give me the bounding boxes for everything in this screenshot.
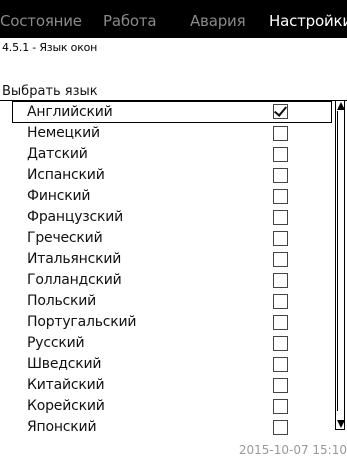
tab-bar: Состояние Работа Авария Настройки (0, 0, 347, 38)
language-label: Китайский (27, 377, 105, 393)
scroll-thumb[interactable] (337, 111, 344, 411)
language-checkbox[interactable] (273, 147, 288, 162)
language-label: Испанский (27, 167, 105, 183)
language-label: Финский (27, 188, 91, 204)
language-checkbox[interactable] (273, 357, 288, 372)
language-label: Португальский (27, 314, 137, 330)
tab-settings[interactable]: Настройки (269, 12, 347, 30)
language-row[interactable]: Португальский (0, 312, 334, 333)
language-checkbox[interactable] (273, 399, 288, 414)
language-row[interactable]: Греческий (0, 228, 334, 249)
scroll-up-arrow-icon[interactable] (337, 102, 345, 110)
section-label: Выбрать язык (2, 84, 98, 99)
menu-title: 4.5.1 - Язык окон (2, 41, 98, 54)
language-label: Итальянский (27, 251, 122, 267)
language-label: Голландский (27, 272, 122, 288)
language-label: Шведский (27, 356, 102, 372)
language-checkbox[interactable] (273, 189, 288, 204)
language-checkbox[interactable] (273, 210, 288, 225)
language-checkbox[interactable] (273, 378, 288, 393)
language-label: Русский (27, 335, 85, 351)
language-label: Корейский (27, 398, 105, 414)
language-row[interactable]: Французский (0, 207, 334, 228)
language-label: Французский (27, 209, 124, 225)
language-row[interactable]: Китайский (0, 375, 334, 396)
language-checkbox[interactable] (273, 315, 288, 330)
language-list: Английский Немецкий Датский Испанский Фински… (0, 101, 334, 438)
language-label: Немецкий (27, 125, 100, 141)
language-row[interactable]: Шведский (0, 354, 334, 375)
datetime: 2015-10-07 15:10 (238, 443, 347, 457)
language-checkbox[interactable] (273, 168, 288, 183)
language-row[interactable]: Испанский (0, 165, 334, 186)
language-label: Польский (27, 293, 97, 309)
language-checkbox[interactable] (273, 126, 288, 141)
tab-alarm[interactable]: Авария (190, 12, 246, 30)
language-checkbox[interactable] (273, 252, 288, 267)
language-checkbox[interactable] (273, 231, 288, 246)
tab-status[interactable]: Состояние (0, 12, 82, 30)
language-checkbox[interactable] (273, 294, 288, 309)
language-checkbox[interactable] (273, 420, 288, 435)
language-row[interactable]: Финский (0, 186, 334, 207)
scrollbar[interactable] (335, 100, 345, 430)
language-label: Греческий (27, 230, 103, 246)
language-row[interactable]: Польский (0, 291, 334, 312)
language-label: Датский (27, 146, 88, 162)
language-row[interactable]: Корейский (0, 396, 334, 417)
language-row[interactable]: Датский (0, 144, 334, 165)
scroll-down-arrow-icon[interactable] (337, 420, 345, 428)
language-checkbox[interactable] (273, 273, 288, 288)
language-checkbox[interactable] (273, 104, 288, 119)
language-label: Английский (27, 104, 113, 120)
language-label: Японский (27, 419, 97, 435)
language-row[interactable]: Английский (12, 101, 332, 123)
language-row[interactable]: Японский (0, 417, 334, 438)
language-checkbox[interactable] (273, 336, 288, 351)
tab-operation[interactable]: Работа (103, 12, 157, 30)
language-row[interactable]: Голландский (0, 270, 334, 291)
language-row[interactable]: Русский (0, 333, 334, 354)
language-row[interactable]: Немецкий (0, 123, 334, 144)
language-row[interactable]: Итальянский (0, 249, 334, 270)
